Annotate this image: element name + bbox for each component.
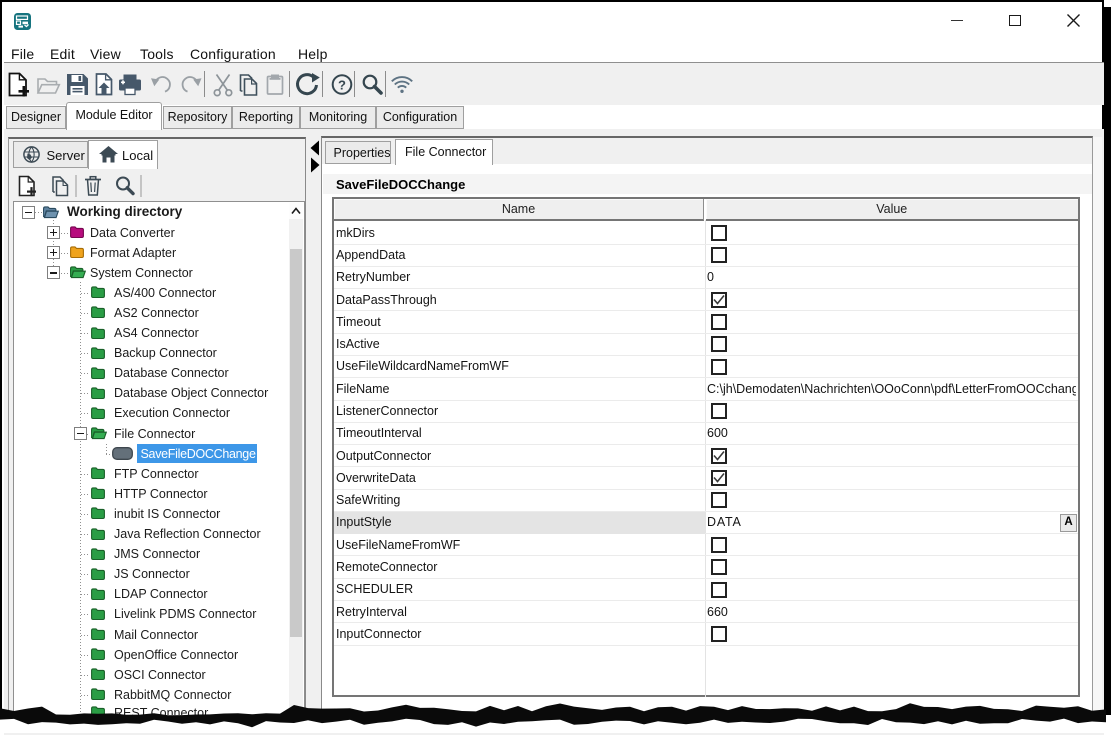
svg-text:?: ? (338, 78, 346, 93)
